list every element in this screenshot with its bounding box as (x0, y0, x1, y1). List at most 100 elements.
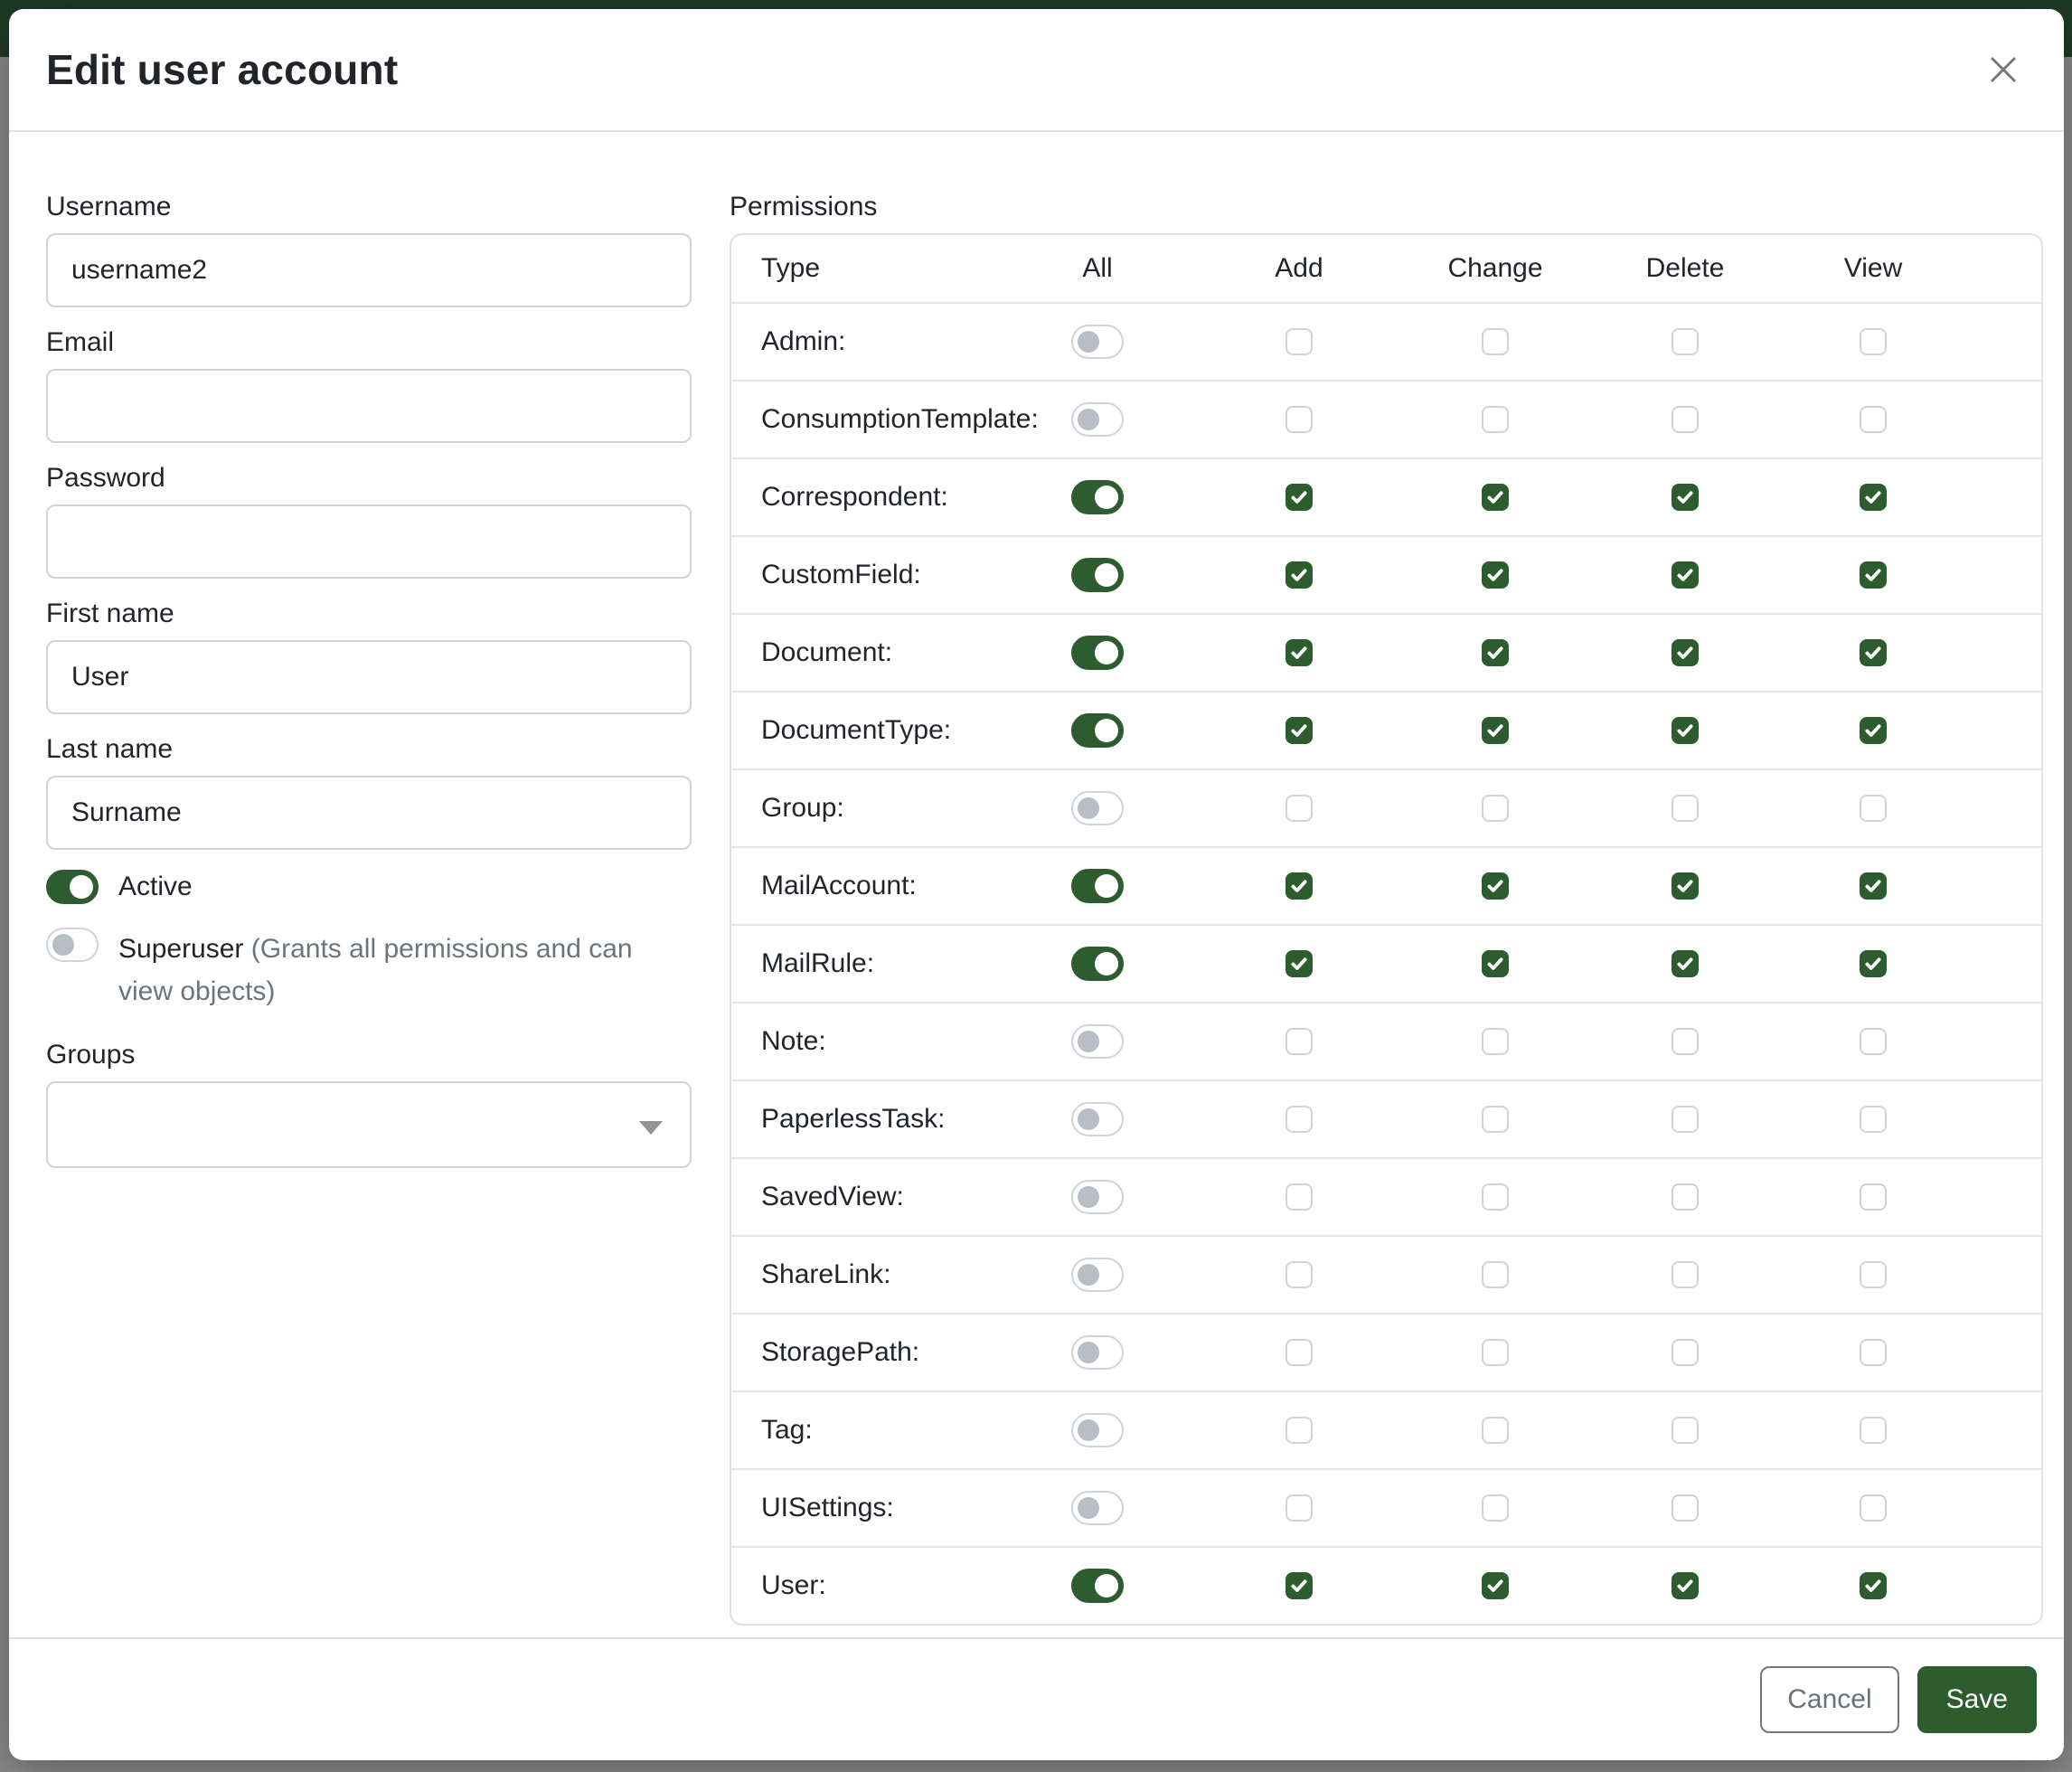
view-checkbox[interactable] (1860, 639, 1887, 666)
view-checkbox[interactable] (1860, 1028, 1887, 1055)
groups-select[interactable] (46, 1081, 692, 1168)
all-toggle[interactable] (1071, 1569, 1124, 1603)
view-checkbox[interactable] (1860, 1106, 1887, 1133)
add-checkbox[interactable] (1286, 406, 1313, 433)
change-checkbox[interactable] (1482, 328, 1509, 355)
add-checkbox[interactable] (1286, 950, 1313, 977)
save-button[interactable]: Save (1917, 1666, 2037, 1733)
view-checkbox[interactable] (1860, 1572, 1887, 1599)
view-checkbox[interactable] (1860, 1339, 1887, 1366)
permission-type-label: StoragePath: (731, 1337, 996, 1368)
view-checkbox[interactable] (1860, 795, 1887, 822)
delete-checkbox[interactable] (1672, 795, 1699, 822)
all-toggle[interactable] (1071, 947, 1124, 981)
add-checkbox[interactable] (1286, 1183, 1313, 1211)
add-checkbox[interactable] (1286, 1339, 1313, 1366)
email-input[interactable] (46, 369, 692, 443)
view-checkbox[interactable] (1860, 950, 1887, 977)
delete-checkbox[interactable] (1672, 406, 1699, 433)
active-toggle[interactable] (46, 870, 99, 904)
superuser-toggle[interactable] (46, 928, 99, 962)
change-checkbox[interactable] (1482, 872, 1509, 900)
delete-checkbox[interactable] (1672, 1339, 1699, 1366)
all-toggle[interactable] (1071, 480, 1124, 514)
add-checkbox[interactable] (1286, 328, 1313, 355)
close-button[interactable] (1979, 45, 2028, 94)
change-checkbox[interactable] (1482, 561, 1509, 589)
check-icon (1289, 643, 1309, 663)
all-toggle[interactable] (1071, 1102, 1124, 1136)
view-checkbox[interactable] (1860, 561, 1887, 589)
change-checkbox[interactable] (1482, 717, 1509, 744)
username-input[interactable] (46, 233, 692, 307)
delete-checkbox[interactable] (1672, 717, 1699, 744)
change-checkbox[interactable] (1482, 1572, 1509, 1599)
all-toggle[interactable] (1071, 1024, 1124, 1059)
all-toggle[interactable] (1071, 636, 1124, 670)
change-checkbox[interactable] (1482, 1183, 1509, 1211)
view-checkbox[interactable] (1860, 406, 1887, 433)
view-checkbox[interactable] (1860, 717, 1887, 744)
all-toggle[interactable] (1071, 791, 1124, 825)
all-toggle[interactable] (1071, 1491, 1124, 1525)
view-checkbox[interactable] (1860, 1261, 1887, 1288)
change-checkbox[interactable] (1482, 1261, 1509, 1288)
all-toggle[interactable] (1071, 402, 1124, 437)
change-checkbox[interactable] (1482, 950, 1509, 977)
delete-checkbox[interactable] (1672, 484, 1699, 511)
change-checkbox[interactable] (1482, 1106, 1509, 1133)
delete-checkbox[interactable] (1672, 1494, 1699, 1522)
add-checkbox[interactable] (1286, 1572, 1313, 1599)
delete-checkbox[interactable] (1672, 950, 1699, 977)
add-checkbox[interactable] (1286, 484, 1313, 511)
all-toggle[interactable] (1071, 713, 1124, 748)
change-checkbox[interactable] (1482, 1339, 1509, 1366)
delete-checkbox[interactable] (1672, 872, 1699, 900)
change-checkbox[interactable] (1482, 639, 1509, 666)
add-checkbox[interactable] (1286, 1028, 1313, 1055)
change-checkbox[interactable] (1482, 406, 1509, 433)
change-checkbox[interactable] (1482, 484, 1509, 511)
add-checkbox[interactable] (1286, 639, 1313, 666)
all-toggle[interactable] (1071, 1180, 1124, 1214)
view-checkbox[interactable] (1860, 484, 1887, 511)
view-checkbox[interactable] (1860, 1417, 1887, 1444)
view-checkbox[interactable] (1860, 1183, 1887, 1211)
change-checkbox[interactable] (1482, 795, 1509, 822)
add-checkbox[interactable] (1286, 1106, 1313, 1133)
all-toggle[interactable] (1071, 1335, 1124, 1370)
delete-checkbox[interactable] (1672, 1572, 1699, 1599)
all-toggle[interactable] (1071, 558, 1124, 592)
column-header-view: View (1779, 253, 1967, 284)
change-checkbox[interactable] (1482, 1494, 1509, 1522)
view-checkbox[interactable] (1860, 872, 1887, 900)
delete-checkbox[interactable] (1672, 561, 1699, 589)
last-name-input[interactable] (46, 776, 692, 850)
add-checkbox[interactable] (1286, 1261, 1313, 1288)
delete-checkbox[interactable] (1672, 639, 1699, 666)
cancel-button[interactable]: Cancel (1760, 1666, 1898, 1733)
all-toggle[interactable] (1071, 869, 1124, 903)
add-checkbox[interactable] (1286, 872, 1313, 900)
delete-checkbox[interactable] (1672, 1417, 1699, 1444)
all-toggle[interactable] (1071, 1413, 1124, 1447)
change-checkbox[interactable] (1482, 1417, 1509, 1444)
add-checkbox[interactable] (1286, 1494, 1313, 1522)
add-checkbox[interactable] (1286, 1417, 1313, 1444)
all-toggle[interactable] (1071, 1258, 1124, 1292)
password-input[interactable] (46, 504, 692, 579)
add-checkbox[interactable] (1286, 561, 1313, 589)
add-checkbox[interactable] (1286, 717, 1313, 744)
delete-checkbox[interactable] (1672, 1183, 1699, 1211)
permissions-label: Permissions (730, 192, 2043, 222)
delete-checkbox[interactable] (1672, 1028, 1699, 1055)
delete-checkbox[interactable] (1672, 1106, 1699, 1133)
all-toggle[interactable] (1071, 325, 1124, 359)
view-checkbox[interactable] (1860, 328, 1887, 355)
first-name-input[interactable] (46, 640, 692, 714)
delete-checkbox[interactable] (1672, 328, 1699, 355)
add-checkbox[interactable] (1286, 795, 1313, 822)
change-checkbox[interactable] (1482, 1028, 1509, 1055)
view-checkbox[interactable] (1860, 1494, 1887, 1522)
delete-checkbox[interactable] (1672, 1261, 1699, 1288)
